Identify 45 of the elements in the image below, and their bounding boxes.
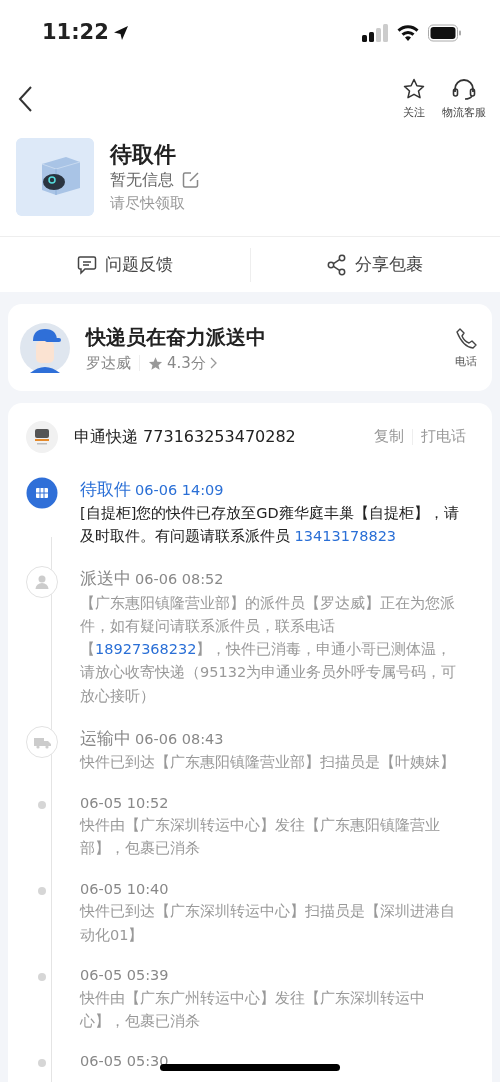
event-description: [自提柜]您的快件已存放至GD雍华庭丰巢【自提柜】，请及时取件。有问题请联系派件员 13413178823 [80,504,460,547]
tracking-number: 申通快递 773163253470282 [74,425,297,448]
event-status: 待取件 [80,477,131,501]
headset-icon [451,76,477,101]
phone-icon [454,326,478,351]
wifi-icon [396,24,420,42]
star-icon [148,355,163,371]
package-status-title: 待取件 [110,142,177,169]
event-time: 06-05 10:40 [80,879,169,899]
headset-button[interactable]: 物流客服 [442,76,486,122]
courier-rating[interactable]: 4.3分 [148,352,217,375]
back-icon[interactable] [18,85,34,113]
package-hint: 请尽快领取 [110,193,186,215]
courier-name: 罗达威 [86,353,131,374]
battery-icon [428,24,462,42]
event-time: 06-06 08:43 [135,729,224,749]
edit-icon[interactable] [182,171,200,190]
share-button[interactable]: 分享包裹 [321,250,430,279]
status-time: 11:22 [42,19,109,47]
event-status: 运输中 [80,726,131,750]
event-description: 快件已到达【广东惠阳镇隆营业部】扫描员是【叶姨妹】 [80,753,456,773]
event-description: 快件由【广东广州转运中心】发往【广东深圳转运中心】，包裹已消杀 [80,988,426,1031]
chevron-icon [209,357,217,370]
star-icon [402,76,426,101]
star-button[interactable]: 关注 [402,76,426,122]
event-time: 06-05 05:39 [80,965,169,985]
courier-headline: 快递员在奋力派送中 [86,324,267,351]
phone-link[interactable]: 18927368232 [95,641,197,658]
call-button[interactable]: 电话 [454,326,478,370]
event-description: 快件由【广东深圳转运中心】发往【广东惠阳镇隆营业部】，包裹已消杀 [80,816,441,859]
location-icon [112,25,129,41]
share-icon [327,253,348,276]
courier-avatar [20,323,70,374]
package-note: 暂无信息 [110,169,174,192]
event-status: 派送中 [80,567,131,591]
phone-link[interactable]: 13413178823 [294,528,397,545]
event-time: 06-06 08:52 [135,570,224,590]
event-time: 06-05 10:52 [80,793,169,813]
event-description: 快件已到达【广东深圳转运中心】扫描员是【深圳进港自动化01】 [80,902,456,945]
carrier-logo [26,420,58,453]
feedback-button[interactable]: 问题反馈 [70,250,179,279]
signal-icon [362,23,388,43]
event-description: 【广东惠阳镇隆营业部】的派件员【罗达威】正在为您派件，如有疑问请联系派件员，联系电话【18927368232】，快件已消毒，申通小哥已测体温，请放心收寄快递（95132为申通业务员外呼专属号码，可放心接听） [80,593,458,706]
event-time: 06-06 14:09 [135,480,224,500]
message-icon [76,254,97,275]
